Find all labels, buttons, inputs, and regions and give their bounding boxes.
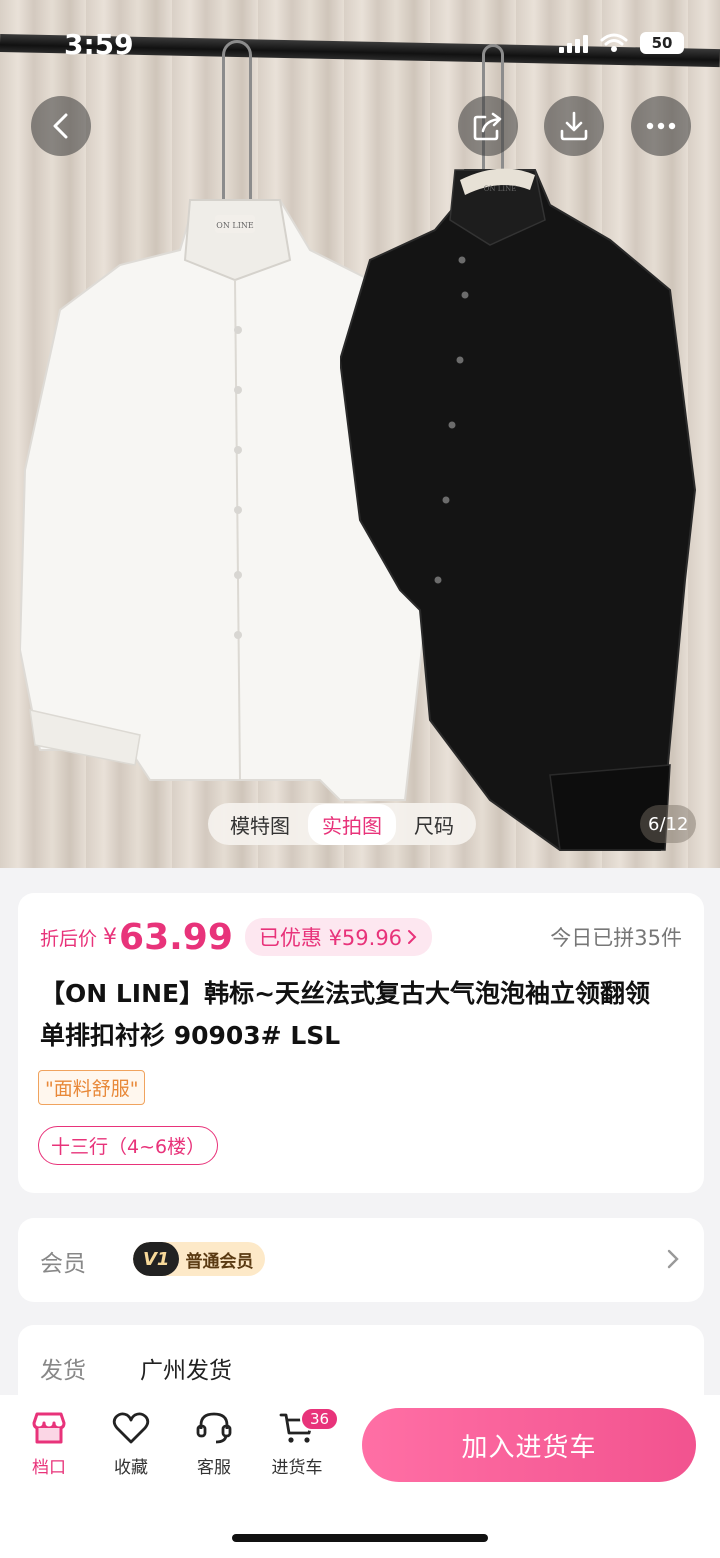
store-icon bbox=[32, 1412, 66, 1444]
nav-favorite-label: 收藏 bbox=[114, 1458, 148, 1478]
signal-icon bbox=[559, 33, 588, 53]
nav-stall-label: 档口 bbox=[32, 1458, 66, 1478]
brand-label-black: ON LINE bbox=[484, 185, 517, 193]
price-label: 折后价 bbox=[40, 927, 98, 950]
product-info-card: 折后价 ¥ 63.99 已优惠 ¥59.96 今日已拼35件 【ON LINE】… bbox=[18, 893, 704, 1193]
nav-cart-label: 进货车 bbox=[271, 1458, 323, 1478]
chevron-right-icon bbox=[408, 930, 417, 944]
chevron-right-icon bbox=[667, 1249, 679, 1269]
nav-service-label: 客服 bbox=[197, 1458, 231, 1478]
nav-favorite[interactable]: 收藏 bbox=[96, 1411, 166, 1478]
location-tag[interactable]: 十三行（4~6楼） bbox=[38, 1126, 219, 1165]
status-time: 3:59 bbox=[64, 28, 134, 61]
brand-label-white: ON LINE bbox=[216, 221, 254, 230]
tab-real-photo[interactable]: 实拍图 bbox=[308, 803, 396, 845]
share-button[interactable] bbox=[458, 96, 518, 156]
currency-symbol: ¥ bbox=[103, 924, 118, 950]
black-shirt-image: ON LINE bbox=[340, 168, 697, 851]
product-title: 【ON LINE】韩标~天丝法式复古大气泡泡袖立领翻领单排扣衬衫 90903# … bbox=[40, 979, 651, 1050]
sold-today: 今日已拼35件 bbox=[550, 926, 682, 950]
price-row: 折后价 ¥ 63.99 已优惠 ¥59.96 今日已拼35件 bbox=[40, 915, 682, 959]
add-to-cart-button[interactable]: 加入进货车 bbox=[362, 1408, 696, 1482]
product-photo[interactable]: ON LINE ON LINE 3:59 50 模特图 实拍图 尺码 6/12 bbox=[0, 0, 720, 868]
heart-icon bbox=[112, 1412, 150, 1444]
photo-type-tabs: 模特图 实拍图 尺码 bbox=[208, 803, 476, 845]
member-level-icon: V1 bbox=[133, 1242, 180, 1276]
battery-icon: 50 bbox=[640, 32, 684, 54]
tab-size[interactable]: 尺码 bbox=[400, 804, 468, 845]
share-icon bbox=[473, 112, 502, 141]
cart-count-badge: 36 bbox=[300, 1407, 340, 1431]
wifi-icon bbox=[600, 33, 628, 52]
back-button[interactable] bbox=[31, 96, 91, 156]
quality-tag: "面料舒服" bbox=[38, 1070, 146, 1105]
member-label: 会员 bbox=[40, 1251, 86, 1277]
download-icon bbox=[560, 111, 588, 141]
nav-stall[interactable]: 档口 bbox=[14, 1411, 84, 1478]
discount-text: 已优惠 ¥59.96 bbox=[258, 926, 403, 950]
tab-model-photo[interactable]: 模特图 bbox=[216, 804, 304, 845]
member-badge: V1 普通会员 bbox=[133, 1242, 266, 1276]
more-button[interactable] bbox=[631, 96, 691, 156]
chevron-left-icon bbox=[53, 113, 68, 139]
headset-icon bbox=[196, 1412, 232, 1444]
price-value: 63.99 bbox=[119, 916, 233, 958]
photo-counter: 6/12 bbox=[640, 805, 697, 843]
nav-service[interactable]: 客服 bbox=[179, 1411, 249, 1478]
status-bar: 3:59 50 bbox=[0, 0, 720, 90]
home-indicator[interactable] bbox=[232, 1534, 488, 1542]
member-level: 普通会员 bbox=[185, 1251, 254, 1272]
discount-badge[interactable]: 已优惠 ¥59.96 bbox=[244, 918, 433, 956]
shipping-label: 发货 bbox=[40, 1358, 86, 1384]
shipping-value: 广州发货 bbox=[140, 1358, 232, 1384]
more-dots-icon bbox=[646, 122, 676, 130]
download-button[interactable] bbox=[544, 96, 604, 156]
member-row[interactable]: 会员 V1 普通会员 bbox=[18, 1218, 704, 1302]
